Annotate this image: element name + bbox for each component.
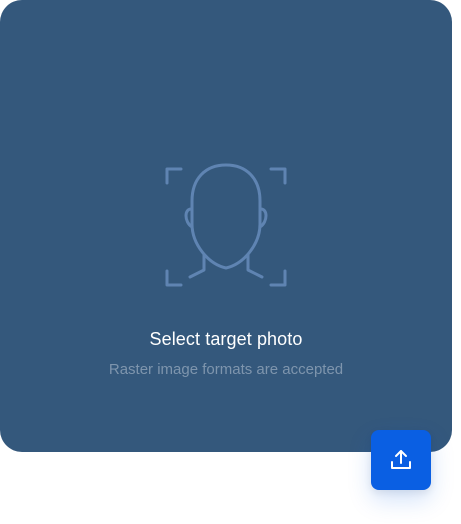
card-title: Select target photo xyxy=(149,329,303,349)
card-subtitle: Raster image formats are accepted xyxy=(108,361,344,378)
upload-screen: Select target photo Raster image formats… xyxy=(0,0,461,524)
upload-card[interactable]: Select target photo Raster image formats… xyxy=(0,0,452,452)
face-scan-icon xyxy=(161,161,291,291)
upload-icon xyxy=(389,448,413,472)
upload-button[interactable] xyxy=(371,430,431,490)
